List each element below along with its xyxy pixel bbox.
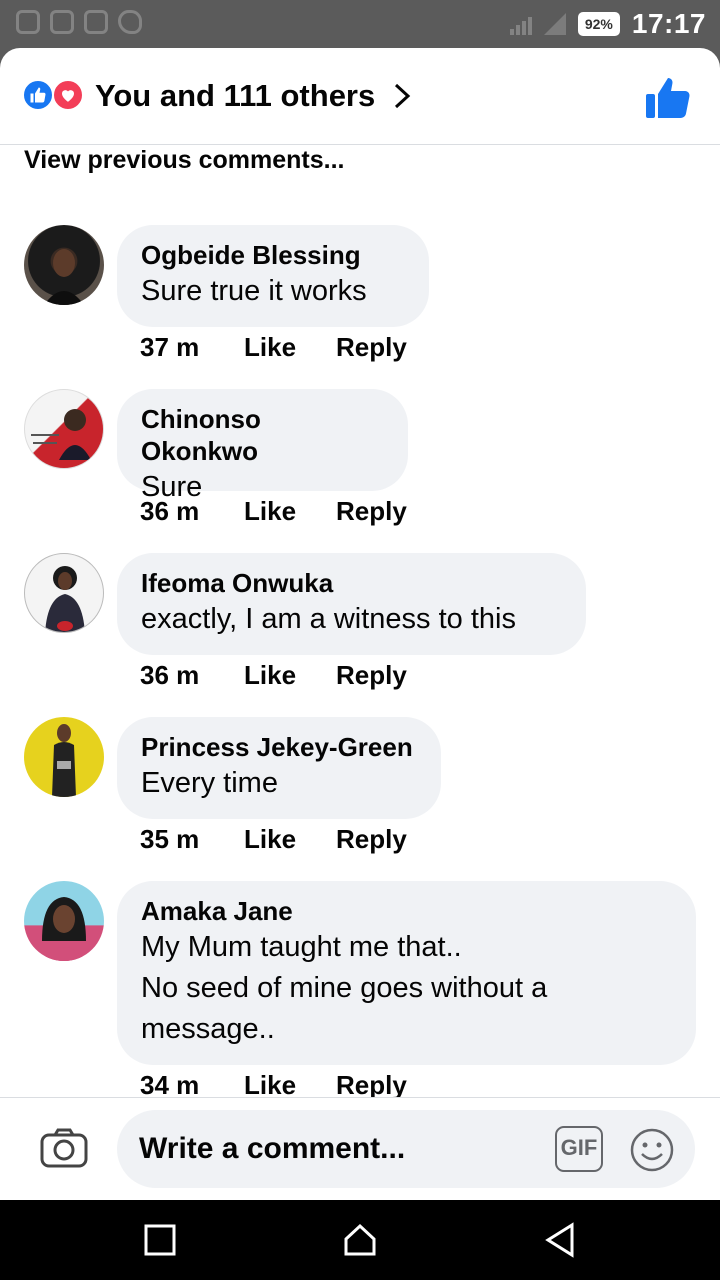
status-bar: 92% 17:17 xyxy=(0,0,720,48)
system-navigation-bar xyxy=(0,1200,720,1280)
recent-apps-icon[interactable] xyxy=(142,1222,178,1258)
comment-bubble[interactable]: Ifeoma Onwuka exactly, I am a witness to… xyxy=(117,553,586,655)
gif-icon[interactable]: GIF xyxy=(555,1126,603,1172)
instagram-notification-icon xyxy=(84,10,108,34)
comment-text: Every time xyxy=(141,767,278,799)
reactions-summary[interactable]: You and 111 others xyxy=(95,78,375,114)
comments-sheet: You and 111 others View previous comment… xyxy=(0,48,720,1200)
like-reaction-icon xyxy=(22,79,54,111)
commenter-name[interactable]: Ifeoma Onwuka xyxy=(141,567,562,599)
comment-input-placeholder[interactable]: Write a comment... xyxy=(139,1132,405,1166)
camera-icon[interactable] xyxy=(40,1128,88,1168)
emoji-icon[interactable] xyxy=(629,1127,675,1173)
reply-button[interactable]: Reply xyxy=(336,496,407,527)
battery-indicator: 92% xyxy=(577,12,620,36)
commenter-name[interactable]: Chinonso Okonkwo xyxy=(141,403,384,467)
like-button[interactable]: Like xyxy=(244,496,336,527)
network-icon xyxy=(543,13,566,35)
avatar[interactable] xyxy=(24,389,104,469)
comment-bubble[interactable]: Amaka Jane My Mum taught me that.. No se… xyxy=(117,881,696,1065)
reaction-icons xyxy=(22,79,88,111)
comment-text-line: message.. xyxy=(141,1013,275,1045)
instagram-notification-icon xyxy=(16,10,40,34)
comment-composer: Write a comment... GIF xyxy=(0,1097,720,1200)
comment-time: 36 m xyxy=(140,660,200,690)
comment-actions: 35 m Like Reply xyxy=(140,824,407,855)
gallery-notification-icon xyxy=(50,10,74,34)
comment-time: 37 m xyxy=(140,332,200,362)
comment-actions: 36 m Like Reply xyxy=(140,496,407,527)
avatar[interactable] xyxy=(24,881,104,961)
reply-button[interactable]: Reply xyxy=(336,824,407,855)
comment-actions: 36 m Like Reply xyxy=(140,660,407,691)
back-icon[interactable] xyxy=(542,1222,578,1258)
commenter-name[interactable]: Amaka Jane xyxy=(141,895,672,927)
comment-actions: 37 m Like Reply xyxy=(140,332,407,363)
comment-bubble[interactable]: Ogbeide Blessing Sure true it works xyxy=(117,225,429,327)
comment-text: exactly, I am a witness to this xyxy=(141,603,516,635)
avatar[interactable] xyxy=(24,553,104,633)
like-button[interactable]: Like xyxy=(244,660,336,691)
comment-text-line: My Mum taught me that.. xyxy=(141,931,462,963)
notification-icons xyxy=(16,10,142,34)
like-button[interactable]: Like xyxy=(244,824,336,855)
chevron-right-icon[interactable] xyxy=(388,82,416,110)
like-button[interactable]: Like xyxy=(244,332,336,363)
twitter-notification-icon xyxy=(118,10,142,34)
comment-bubble[interactable]: Princess Jekey-Green Every time xyxy=(117,717,441,819)
comment-text-line: No seed of mine goes without a xyxy=(141,972,548,1004)
love-reaction-icon xyxy=(52,79,84,111)
reply-button[interactable]: Reply xyxy=(336,332,407,363)
comment-time: 35 m xyxy=(140,824,200,854)
signal-icon xyxy=(509,13,532,35)
comment-bubble[interactable]: Chinonso Okonkwo Sure xyxy=(117,389,408,503)
thumbs-up-icon[interactable] xyxy=(644,76,692,120)
reply-button[interactable]: Reply xyxy=(336,660,407,691)
comment-time: 36 m xyxy=(140,496,200,526)
home-icon[interactable] xyxy=(342,1222,378,1258)
commenter-name[interactable]: Princess Jekey-Green xyxy=(141,731,417,763)
comment-text: My Mum taught me that.. No seed of mine … xyxy=(141,927,672,1050)
commenter-name[interactable]: Ogbeide Blessing xyxy=(141,239,405,271)
avatar[interactable] xyxy=(24,717,104,797)
view-previous-comments-link[interactable]: View previous comments... xyxy=(24,146,344,175)
comment-text: Sure true it works xyxy=(141,275,367,307)
avatar[interactable] xyxy=(24,225,104,305)
reactions-header[interactable]: You and 111 others xyxy=(0,48,720,145)
clock: 17:17 xyxy=(631,8,706,39)
comment-input[interactable]: Write a comment... GIF xyxy=(117,1110,695,1188)
